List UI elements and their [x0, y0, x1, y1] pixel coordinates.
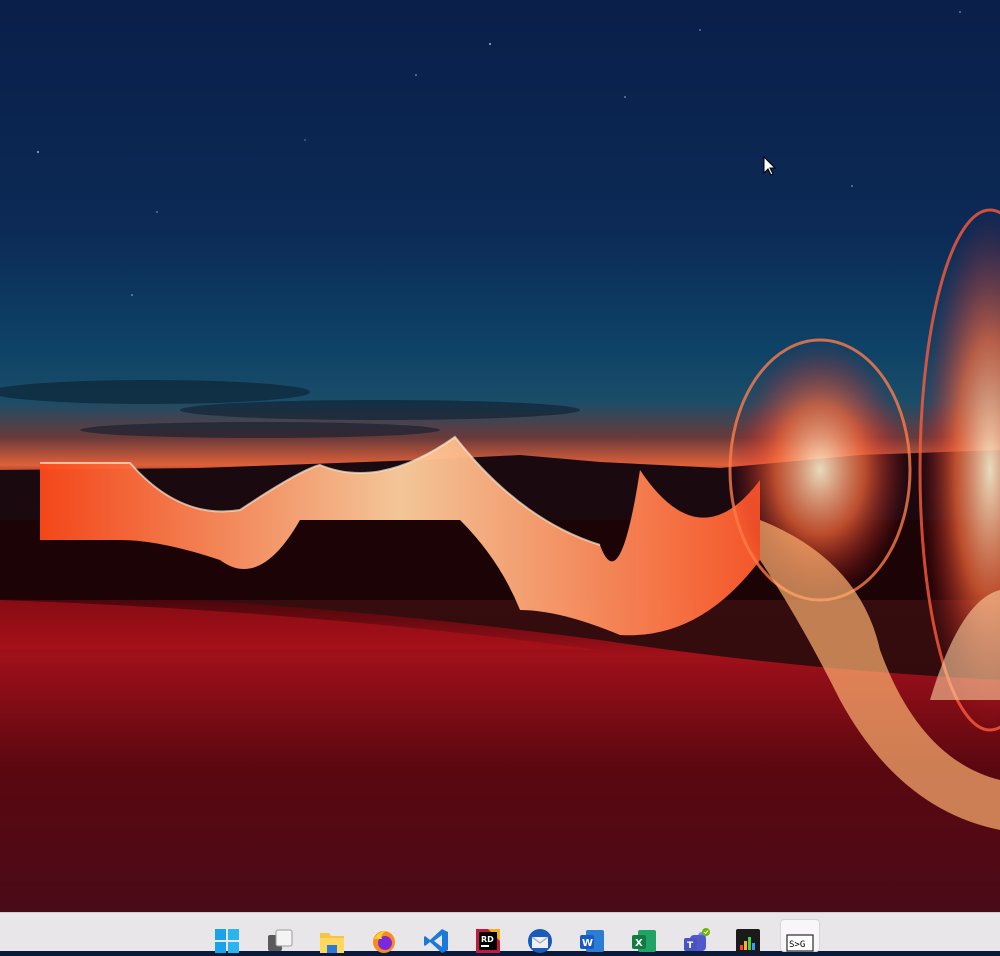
start-button[interactable]	[207, 919, 247, 953]
teams-button[interactable]: T	[676, 919, 716, 952]
taskbar: RD W X T S>G	[0, 912, 1000, 953]
svg-text:X: X	[635, 938, 643, 949]
desktop[interactable]	[0, 0, 1000, 912]
terminal-icon: S>G	[786, 934, 814, 952]
svg-text:W: W	[582, 938, 593, 949]
task-view-button[interactable]	[260, 919, 300, 952]
word-button[interactable]: W	[572, 919, 612, 952]
file-explorer-button[interactable]	[312, 919, 352, 953]
equalizer-app-button[interactable]	[728, 919, 768, 953]
svg-text:RD: RD	[481, 935, 494, 944]
excel-button[interactable]: X	[624, 919, 664, 952]
svg-text:T: T	[687, 941, 694, 951]
terminal-app-button[interactable]: S>G	[780, 919, 820, 952]
firefox-button[interactable]	[364, 919, 404, 953]
wallpaper-image	[0, 0, 1000, 912]
mouse-pointer-icon	[763, 156, 777, 176]
rider-button[interactable]: RD	[468, 919, 508, 953]
svg-text:S>G: S>G	[789, 940, 805, 950]
thunderbird-button[interactable]	[520, 919, 560, 953]
vscode-button[interactable]	[416, 919, 456, 953]
